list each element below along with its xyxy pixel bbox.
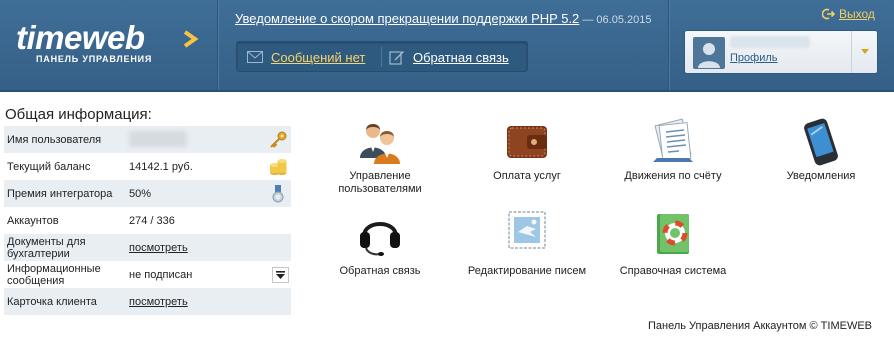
documents-icon xyxy=(653,118,693,162)
tile-account-movements[interactable]: Движения по счёту xyxy=(608,118,738,188)
php-notice-link[interactable]: Уведомление о скором прекращении поддерж… xyxy=(235,11,579,26)
profile-link[interactable]: Профиль xyxy=(730,52,778,64)
tile-label: Управление пользователями xyxy=(338,170,422,195)
chevron-down-icon xyxy=(861,49,869,54)
info-row-bonus: Премия интегратора 50% xyxy=(4,180,291,207)
row-label: Информационные сообщения xyxy=(7,263,101,287)
edit-icon xyxy=(389,51,404,65)
info-row-messages: Информационные сообщения не подписан xyxy=(4,261,291,288)
header-divider xyxy=(217,0,218,92)
row-label: Аккаунтов xyxy=(7,215,59,227)
tile-label: Оплата услуг xyxy=(493,170,561,182)
envelope-icon xyxy=(247,51,263,63)
logout-icon xyxy=(822,8,835,20)
tile-payment[interactable]: Оплата услуг xyxy=(462,118,592,188)
tile-feedback[interactable]: Обратная связь xyxy=(315,210,445,280)
php-notice-date: — 06.05.2015 xyxy=(579,14,652,26)
profile-username-redacted xyxy=(730,36,810,48)
balance-value: 14142.1 руб. xyxy=(129,161,193,173)
accounts-value: 274 / 336 xyxy=(129,215,175,227)
footer-copyright: Панель Управления Аккаунтом © TIMEWEB xyxy=(648,320,873,332)
subscription-value: не подписан xyxy=(129,269,193,281)
tile-label: Редактирование писем xyxy=(467,265,587,277)
key-icon[interactable] xyxy=(268,130,288,150)
users-icon xyxy=(360,124,400,164)
coins-icon[interactable] xyxy=(268,157,288,177)
messages-link[interactable]: Сообщений нет xyxy=(247,48,365,66)
tile-label: Движения по счёту xyxy=(624,170,722,182)
avatar xyxy=(693,37,725,69)
tile-user-management[interactable]: Управление пользователями xyxy=(315,118,445,198)
header-divider xyxy=(668,0,669,92)
row-label: Карточка клиента xyxy=(7,296,97,308)
tile-letter-editing[interactable]: Редактирование писем xyxy=(462,210,592,280)
logo-chevron-icon xyxy=(183,30,199,48)
logout-link[interactable]: Выход xyxy=(822,7,875,21)
documents-view-link[interactable]: посмотреть xyxy=(129,242,188,254)
logo-wordmark: timeweb xyxy=(16,19,145,56)
feedback-label: Обратная связь xyxy=(413,49,509,65)
info-title: Общая информация: xyxy=(5,106,152,123)
timeweb-logo[interactable]: timeweb ПАНЕЛЬ УПРАВЛЕНИЯ xyxy=(16,20,206,70)
header-bar: timeweb ПАНЕЛЬ УПРАВЛЕНИЯ Уведомление о … xyxy=(0,0,894,92)
logout-label: Выход xyxy=(839,7,875,21)
subscription-dropdown-button[interactable] xyxy=(272,267,289,283)
info-row-client-card: Карточка клиента посмотреть xyxy=(4,288,291,315)
feedback-link[interactable]: Обратная связь xyxy=(389,48,509,66)
headset-icon xyxy=(360,222,400,256)
info-row-balance: Текущий баланс 14142.1 руб. xyxy=(4,153,291,180)
tile-help-system[interactable]: Справочная система xyxy=(608,210,738,280)
row-label: Документы для бухгалтерии xyxy=(7,236,86,260)
messages-label: Сообщений нет xyxy=(271,49,366,65)
message-bar-separator xyxy=(381,47,382,67)
bonus-value: 50% xyxy=(129,188,152,200)
tile-notifications[interactable]: Уведомления xyxy=(756,118,886,188)
profile-box[interactable]: Профиль xyxy=(684,30,878,74)
user-silhouette-icon xyxy=(698,43,720,68)
logo-subtitle: ПАНЕЛЬ УПРАВЛЕНИЯ xyxy=(36,54,153,64)
tile-label: Уведомления xyxy=(786,170,856,182)
help-book-icon xyxy=(657,214,689,254)
info-row-username: Имя пользователя xyxy=(4,126,291,153)
row-label: Имя пользователя xyxy=(7,134,102,146)
medal-icon xyxy=(272,185,284,203)
profile-dropdown-button[interactable] xyxy=(851,31,878,73)
username-value-redacted xyxy=(129,131,187,147)
message-bar: Сообщений нет Обратная связь xyxy=(236,41,528,72)
letter-stamp-icon xyxy=(508,211,546,249)
tile-label: Обратная связь xyxy=(339,265,421,277)
client-card-view-link[interactable]: посмотреть xyxy=(129,296,188,308)
tile-label: Справочная система xyxy=(619,265,727,277)
php-notice: Уведомление о скором прекращении поддерж… xyxy=(235,11,651,26)
dropdown-arrow-icon xyxy=(276,271,285,279)
info-row-accounts: Аккаунтов 274 / 336 xyxy=(4,207,291,234)
row-label: Текущий баланс xyxy=(7,161,91,173)
info-row-documents: Документы для бухгалтерии посмотреть xyxy=(4,234,291,261)
info-table: Имя пользователя Текущий баланс 14142.1 … xyxy=(4,126,291,315)
wallet-icon xyxy=(507,126,547,158)
row-label: Премия интегратора xyxy=(7,188,113,200)
phone-icon xyxy=(804,118,838,166)
